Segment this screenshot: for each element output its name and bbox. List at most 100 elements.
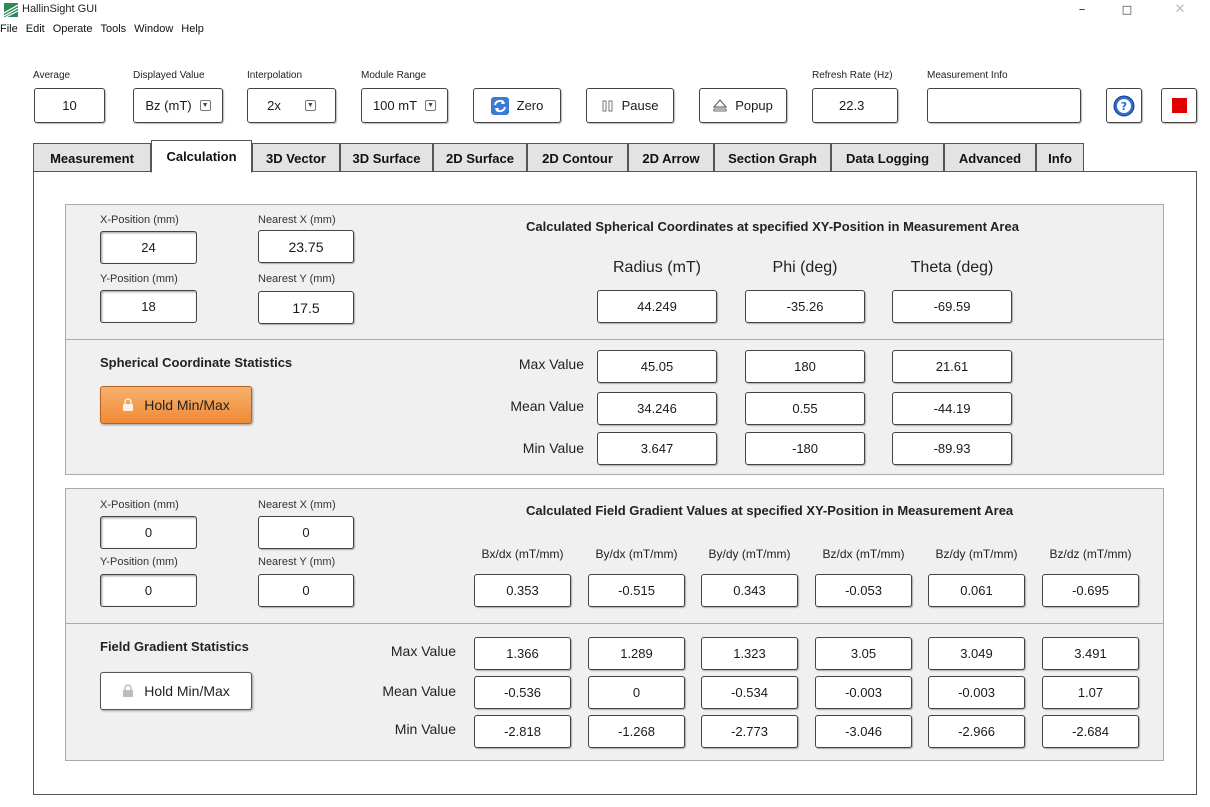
zero-button[interactable]: Zero [473, 88, 561, 123]
chevron-down-icon[interactable]: ▼ [425, 100, 437, 111]
bx-dx-value: 0.353 [474, 574, 571, 607]
tab-3d-vector[interactable]: 3D Vector [252, 143, 340, 172]
tab-2d-arrow[interactable]: 2D Arrow [628, 143, 714, 172]
bz-dz-mean: 1.07 [1042, 676, 1139, 709]
spherical-hold-minmax-button[interactable]: Hold Min/Max [100, 386, 252, 424]
tab-2d-contour[interactable]: 2D Contour [527, 143, 628, 172]
gradient-hold-minmax-button[interactable]: Hold Min/Max [100, 672, 252, 710]
by-dx-header: By/dx (mT/mm) [595, 547, 678, 561]
menu-operate[interactable]: Operate [49, 21, 97, 39]
hold-minmax-label: Hold Min/Max [144, 683, 230, 699]
gradient-mean-value-label: Mean Value [382, 683, 456, 699]
bz-dz-value: -0.695 [1042, 574, 1139, 607]
bz-dy-max: 3.049 [928, 637, 1025, 670]
gradient-nearest-y-value: 0 [302, 583, 310, 598]
window-title: HallinSight GUI [22, 3, 98, 15]
bx-dx-min: -2.818 [474, 715, 571, 748]
theta-mean: -44.19 [892, 392, 1012, 425]
radius-header: Radius (mT) [612, 259, 701, 276]
stop-button[interactable] [1161, 88, 1197, 123]
gradient-min-value-label: Min Value [394, 721, 456, 737]
gradient-nearest-y-label: Nearest Y (mm) [258, 556, 336, 568]
min-value-label: Min Value [522, 440, 584, 456]
nearest-y-display: 17.5 [258, 291, 354, 324]
theta-value: -69.59 [892, 290, 1012, 323]
by-dy-mean: -0.534 [701, 676, 798, 709]
lock-icon [123, 684, 134, 697]
tab-advanced[interactable]: Advanced [944, 143, 1036, 172]
gradient-x-position-input[interactable]: 0 [100, 516, 197, 549]
by-dy-max: 1.323 [701, 637, 798, 670]
displayed-value-select[interactable]: Bz (mT) ▼ [133, 88, 223, 123]
average-value: 10 [62, 98, 77, 113]
menu-bar: File Edit Operate Tools Window Help [0, 21, 208, 39]
displayed-value-label: Displayed Value [133, 70, 205, 81]
tab-section-graph[interactable]: Section Graph [714, 143, 831, 172]
tab-data-logging[interactable]: Data Logging [831, 143, 944, 172]
eject-icon [713, 99, 728, 112]
maximize-button[interactable]: □ [1107, 0, 1147, 20]
menu-window[interactable]: Window [130, 21, 177, 39]
phi-header: Phi (deg) [772, 259, 838, 276]
tab-2d-surface[interactable]: 2D Surface [433, 143, 527, 172]
max-value-label: Max Value [518, 356, 584, 372]
phi-mean: 0.55 [745, 392, 865, 425]
spherical-heading: Calculated Spherical Coordinates at spec… [526, 219, 1019, 234]
tab-3d-surface[interactable]: 3D Surface [340, 143, 433, 172]
nearest-y-label: Nearest Y (mm) [258, 273, 336, 285]
bz-dz-min: -2.684 [1042, 715, 1139, 748]
radius-min: 3.647 [597, 432, 717, 465]
by-dx-max: 1.289 [588, 637, 685, 670]
radius-value: 44.249 [597, 290, 717, 323]
pause-label: Pause [621, 98, 659, 113]
by-dy-min: -2.773 [701, 715, 798, 748]
svg-text:?: ? [1121, 100, 1127, 113]
bz-dx-max: 3.05 [815, 637, 912, 670]
tab-measurement[interactable]: Measurement [33, 143, 151, 172]
radius-mean: 34.246 [597, 392, 717, 425]
menu-help[interactable]: Help [177, 21, 208, 39]
popup-button[interactable]: Popup [699, 88, 787, 123]
menu-edit[interactable]: Edit [22, 21, 49, 39]
by-dx-mean: 0 [588, 676, 685, 709]
measurement-info-field[interactable] [927, 88, 1081, 123]
bz-dx-mean: -0.003 [815, 676, 912, 709]
menu-tools[interactable]: Tools [96, 21, 130, 39]
bz-dz-max: 3.491 [1042, 637, 1139, 670]
spherical-stats-heading: Spherical Coordinate Statistics [100, 355, 293, 370]
chevron-down-icon[interactable]: ▼ [304, 100, 316, 111]
measurement-info-label: Measurement Info [927, 70, 1008, 81]
x-position-label: X-Position (mm) [100, 214, 179, 226]
tab-info[interactable]: Info [1036, 143, 1084, 172]
help-button[interactable]: ? [1106, 88, 1142, 123]
minimize-button[interactable]: – [1062, 0, 1102, 20]
close-button[interactable]: ✕ [1160, 0, 1200, 20]
phi-value: -35.26 [745, 290, 865, 323]
interpolation-select[interactable]: 2x ▼ [247, 88, 336, 123]
radius-max: 45.05 [597, 350, 717, 383]
bz-dy-min: -2.966 [928, 715, 1025, 748]
average-input[interactable]: 10 [34, 88, 105, 123]
gradient-nearest-y-display: 0 [258, 574, 354, 607]
pause-icon [602, 100, 613, 111]
tab-calculation[interactable]: Calculation [151, 140, 252, 173]
pause-button[interactable]: Pause [586, 88, 674, 123]
y-position-input[interactable]: 18 [100, 290, 197, 323]
x-position-value: 24 [141, 240, 156, 255]
chevron-down-icon[interactable]: ▼ [199, 100, 211, 111]
hold-minmax-label: Hold Min/Max [144, 397, 230, 413]
menu-file[interactable]: File [0, 21, 22, 39]
gradient-heading: Calculated Field Gradient Values at spec… [526, 503, 1014, 518]
stop-icon [1171, 98, 1187, 113]
by-dy-value: 0.343 [701, 574, 798, 607]
by-dx-value: -0.515 [588, 574, 685, 607]
refresh-icon [490, 96, 509, 115]
interpolation-label: Interpolation [247, 70, 303, 81]
nearest-x-label: Nearest X (mm) [258, 214, 336, 226]
gradient-x-position-value: 0 [144, 525, 153, 540]
x-position-input[interactable]: 24 [100, 231, 197, 264]
gradient-y-position-input[interactable]: 0 [100, 574, 197, 607]
module-range-select[interactable]: 100 mT ▼ [361, 88, 448, 123]
gradient-nearest-x-value: 0 [302, 525, 310, 540]
module-range-value: 100 mT [372, 98, 418, 113]
